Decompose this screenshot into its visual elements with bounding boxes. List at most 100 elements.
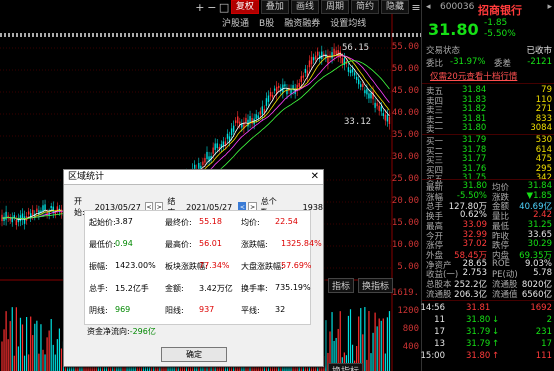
stat-label: 阴线: bbox=[89, 306, 108, 315]
candle-body bbox=[341, 57, 343, 64]
tick-arrow-icon: ↓ bbox=[492, 315, 500, 325]
candle-body bbox=[378, 105, 380, 111]
stat-value: 969 bbox=[115, 305, 131, 314]
candle-body bbox=[364, 90, 366, 94]
ask-volume: 271 bbox=[535, 104, 552, 115]
tick-time: 17 bbox=[434, 327, 445, 337]
banner-row: 仅需20元查看十档行情 bbox=[422, 70, 554, 82]
candle-body bbox=[300, 76, 302, 83]
quote-stat-label: ROE bbox=[492, 258, 510, 269]
ask-row[interactable]: 卖一 31.80 3084 bbox=[422, 123, 554, 135]
net-flow-label: 资金净流向: bbox=[87, 327, 130, 336]
tick-row: 13 31.79 ↑ 17 bbox=[422, 339, 554, 350]
weibi-value: -31.97% bbox=[450, 57, 486, 67]
subbar-ma-settings[interactable]: 设置均线 bbox=[330, 16, 366, 29]
switch-indicator-tab[interactable]: 换指标 bbox=[358, 278, 394, 293]
bid-price: 31.79 bbox=[462, 135, 487, 145]
indicator-tab[interactable]: 指标 bbox=[328, 278, 355, 293]
stat-value: 57.69% bbox=[281, 261, 312, 270]
candle-body bbox=[372, 91, 374, 100]
subbar-rongzi[interactable]: 融资融券 bbox=[284, 16, 320, 29]
quote-stat-label: 流通股 bbox=[426, 289, 452, 300]
quote-stat-value: 31.80 bbox=[462, 181, 487, 191]
ok-button[interactable]: 确定 bbox=[161, 347, 227, 362]
status-label: 交易状态 bbox=[426, 46, 461, 56]
candle-body bbox=[333, 48, 335, 56]
tick-volume: 17 bbox=[541, 339, 552, 349]
candle-body bbox=[382, 113, 384, 116]
candle-body bbox=[235, 120, 237, 123]
last-price: 31.80 bbox=[428, 20, 479, 39]
volume-bar bbox=[386, 317, 388, 371]
volume-bar bbox=[42, 349, 44, 371]
ask-volume: 3084 bbox=[530, 123, 552, 134]
quote-stat-value: 2.42 bbox=[533, 210, 552, 221]
stat-value: 937 bbox=[199, 305, 215, 314]
price-axis-label: 55.00 bbox=[391, 42, 419, 52]
subbar-hugutong[interactable]: 沪股通 bbox=[222, 16, 249, 29]
volume-bar bbox=[376, 326, 378, 371]
nav-left-icon[interactable]: ◂ bbox=[426, 2, 431, 12]
candle-body bbox=[257, 115, 259, 118]
close-icon[interactable]: ✕ bbox=[311, 170, 319, 184]
tab-zhouqi[interactable]: 周期 bbox=[320, 0, 349, 14]
volume-bar bbox=[374, 312, 376, 371]
quote-stat-value: 2.753 bbox=[462, 268, 487, 279]
candle-body bbox=[204, 158, 206, 163]
candle-body bbox=[368, 93, 370, 99]
bid-price: 31.78 bbox=[462, 144, 487, 155]
candle-body bbox=[355, 76, 358, 80]
stat-value: 15.2亿手 bbox=[115, 284, 149, 293]
kline-chart-panel[interactable]: + − □ 复权 叠加 画线 周期 简约 隐藏 ≡ 沪股通 B股 融资融券 设置… bbox=[0, 0, 421, 371]
tick-arrow-icon: ↑ bbox=[492, 351, 500, 361]
stat-label: 平线: bbox=[241, 306, 260, 315]
stat-value: 22.54 bbox=[275, 217, 298, 226]
tab-huaxian[interactable]: 画线 bbox=[290, 0, 319, 14]
price-axis-label: 30.00 bbox=[391, 152, 419, 162]
stat-value: 56.01 bbox=[199, 239, 222, 248]
price-axis-label: 40.00 bbox=[391, 108, 419, 118]
candle-body bbox=[267, 95, 270, 102]
candle-body bbox=[23, 216, 26, 224]
candle-body bbox=[351, 68, 354, 73]
volume-bar bbox=[388, 311, 391, 371]
candle-body bbox=[259, 111, 261, 115]
tab-fuquan[interactable]: 复权 bbox=[230, 0, 259, 14]
switch-indicator-tab-2[interactable]: 换指标 bbox=[328, 363, 364, 371]
menu-icon[interactable]: ≡ bbox=[411, 1, 421, 14]
candle-body bbox=[13, 215, 15, 218]
subbar-bgu[interactable]: B股 bbox=[259, 16, 274, 29]
volume-bar bbox=[378, 318, 380, 371]
volume-bar bbox=[366, 359, 368, 371]
candle-body bbox=[284, 84, 286, 87]
candle-body bbox=[314, 55, 317, 60]
candle-body bbox=[249, 116, 251, 123]
level2-banner-link[interactable]: 仅需20元查看十档行情 bbox=[430, 70, 517, 82]
quote-stat-value: 0.62% bbox=[459, 210, 487, 221]
bid-volume: 295 bbox=[535, 163, 552, 174]
candle-body bbox=[32, 209, 34, 216]
tab-yincang[interactable]: 隐藏 bbox=[380, 0, 409, 14]
candle-body bbox=[273, 88, 276, 91]
candle-body bbox=[317, 51, 319, 56]
ask-price: 31.81 bbox=[462, 113, 487, 124]
candle-body bbox=[56, 206, 59, 211]
tab-jianyue[interactable]: 简约 bbox=[350, 0, 379, 14]
weicha-label: 委差 bbox=[494, 59, 512, 69]
nav-right-icon[interactable]: ▸ bbox=[547, 2, 552, 12]
volume-bar bbox=[52, 344, 54, 371]
volume-bar bbox=[13, 355, 15, 371]
window-icon[interactable]: □ bbox=[219, 1, 229, 14]
dialog-title-bar[interactable]: 区域统计 ✕ bbox=[64, 170, 323, 185]
tick-row: 17 31.79 ↓ 231 bbox=[422, 327, 554, 338]
tab-diejia[interactable]: 叠加 bbox=[260, 0, 289, 14]
ask-price: 31.83 bbox=[462, 94, 487, 105]
volume-bar bbox=[21, 324, 24, 371]
volume-bar bbox=[40, 324, 42, 371]
volume-bar bbox=[370, 353, 372, 371]
zoom-out-icon[interactable]: − bbox=[207, 1, 217, 14]
zoom-in-icon[interactable]: + bbox=[195, 1, 205, 14]
volume-bar bbox=[32, 335, 34, 371]
range-selector-strip[interactable] bbox=[0, 33, 421, 37]
tick-row: 15:00 31.80 ↑ 111 bbox=[421, 351, 554, 362]
